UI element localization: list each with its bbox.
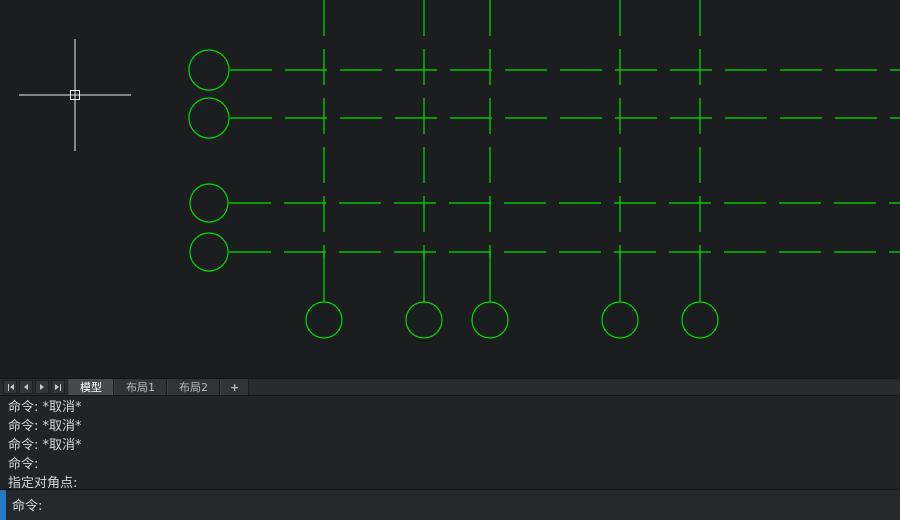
command-input-accent — [0, 490, 6, 520]
command-history-line: 命令: *取消* — [8, 398, 900, 417]
arrow-right-icon — [55, 384, 59, 390]
arrow-left-icon — [10, 384, 14, 390]
command-history-line: 命令: *取消* — [8, 417, 900, 436]
grid-bubble-circle — [190, 233, 228, 271]
tab-nav-prev-button[interactable] — [19, 380, 33, 394]
grid-bubble-circle — [472, 302, 508, 338]
tab-nav-group — [0, 379, 68, 395]
first-tab-icon — [8, 384, 9, 391]
grid-bubble-circle — [406, 302, 442, 338]
command-prompt: 命令: — [12, 495, 42, 514]
layout-tabbar: 模型 布局1 布局2 + — [0, 378, 900, 396]
cad-app-window: 模型 布局1 布局2 + 命令: *取消* 命令: *取消* 命令: *取消* … — [0, 0, 900, 520]
grid-bubble-circle — [602, 302, 638, 338]
drawing-canvas[interactable] — [0, 0, 900, 378]
command-history-line: 命令: — [8, 455, 900, 474]
add-layout-button[interactable]: + — [220, 379, 249, 395]
tab-nav-first-button[interactable] — [3, 380, 17, 394]
grid-bubble-circle — [306, 302, 342, 338]
arrow-left-icon — [24, 384, 28, 390]
grid-bubble-circle — [189, 50, 229, 90]
tab-model[interactable]: 模型 — [68, 379, 114, 395]
tab-nav-next-button[interactable] — [35, 380, 49, 394]
tab-layout1[interactable]: 布局1 — [114, 379, 167, 395]
grid-bubble-circle — [189, 98, 229, 138]
command-history-line: 指定对角点: — [8, 474, 900, 489]
last-tab-icon — [60, 384, 61, 391]
tab-layout2[interactable]: 布局2 — [167, 379, 220, 395]
grid-bubble-circle — [190, 184, 228, 222]
drawing-svg — [0, 0, 900, 378]
command-history-line: 命令: *取消* — [8, 436, 900, 455]
tab-nav-last-button[interactable] — [51, 380, 65, 394]
grid-bubble-circle — [682, 302, 718, 338]
command-history[interactable]: 命令: *取消* 命令: *取消* 命令: *取消* 命令: 指定对角点: — [0, 396, 900, 489]
command-input-row[interactable]: 命令: — [0, 489, 900, 520]
arrow-right-icon — [40, 384, 44, 390]
